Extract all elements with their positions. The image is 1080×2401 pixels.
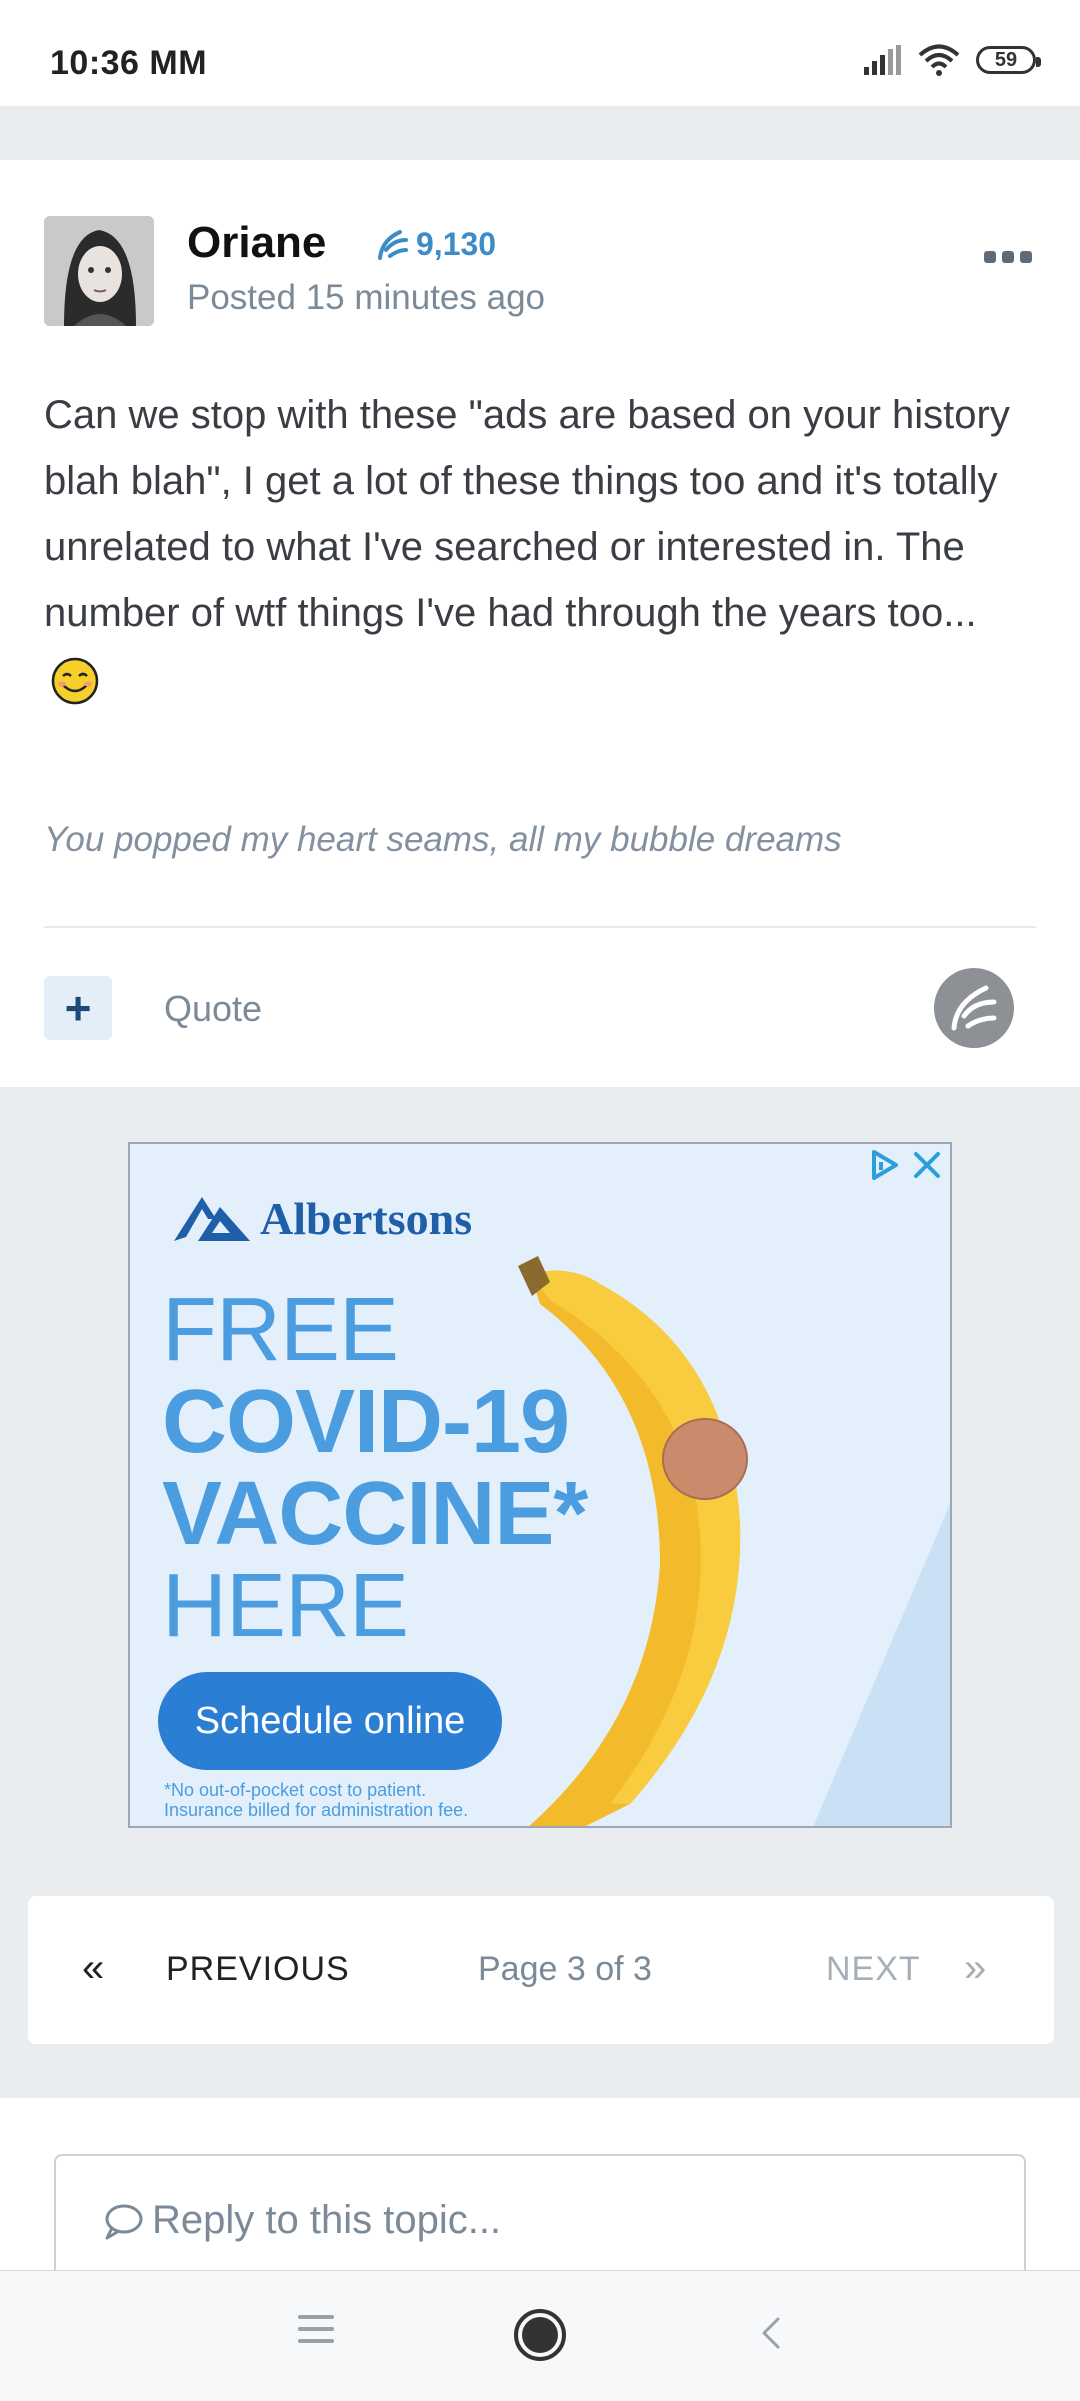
recent-apps-icon[interactable] (298, 2315, 334, 2345)
battery-icon: 59 (976, 46, 1041, 74)
reputation-count: 9,130 (416, 226, 497, 262)
status-bar: 10:36 MM 59 (0, 0, 1080, 106)
albertsons-logo-icon (174, 1196, 250, 1241)
next-icon: » (964, 1946, 987, 1990)
ad-choices (868, 1148, 944, 1182)
ad-disclaimer-line: Insurance billed for administration fee. (164, 1800, 469, 1820)
author-name[interactable]: Oriane (187, 218, 326, 268)
ad-headline-line: COVID-19 (162, 1372, 570, 1472)
ad-disclaimer-line: *No out-of-pocket cost to patient. (164, 1780, 427, 1800)
ad-brand-name: Albertsons (260, 1193, 473, 1244)
more-options-button[interactable] (980, 242, 1036, 272)
multiquote-add-button[interactable]: + (44, 976, 112, 1040)
system-nav-bar (0, 2270, 1080, 2401)
schedule-online-button[interactable]: Schedule online (158, 1672, 502, 1770)
reaction-icon (951, 985, 997, 1031)
adchoices-icon[interactable] (868, 1148, 902, 1182)
post-card: Oriane 9,130 Posted 15 minutes ago Can w… (0, 160, 1080, 1087)
signal-icon (864, 45, 901, 75)
close-ad-icon[interactable] (910, 1148, 944, 1182)
post-body-text: Can we stop with these "ads are based on… (44, 393, 1010, 635)
ad-disclaimer: *No out-of-pocket cost to patient. Insur… (164, 1780, 468, 1820)
post-body: Can we stop with these "ads are based on… (44, 382, 1034, 712)
page-indicator[interactable]: Page 3 of 3 (478, 1950, 652, 1989)
advertisement-banner[interactable]: Albertsons FREE COVID-19 VACCINE* HERE S… (128, 1142, 952, 1828)
comment-bubble-icon (105, 2204, 143, 2239)
divider (44, 926, 1036, 928)
next-page-button: NEXT (826, 1950, 921, 1988)
dot-icon (1002, 251, 1014, 263)
dot-icon (1020, 251, 1032, 263)
wifi-icon (918, 44, 960, 76)
smiling-emoji-icon (51, 658, 99, 705)
quote-button[interactable]: Quote (164, 988, 262, 1030)
pagination: « PREVIOUS Page 3 of 3 NEXT » (28, 1896, 1054, 2044)
spacer (0, 106, 1080, 160)
post-signature: You popped my heart seams, all my bubble… (44, 820, 842, 859)
dot-icon (984, 251, 996, 263)
ad-brand-logo: Albertsons (172, 1192, 472, 1245)
ad-headline-line: FREE (162, 1280, 399, 1380)
reputation-icon (378, 229, 408, 260)
home-icon[interactable] (512, 2307, 568, 2363)
ad-headline: FREE COVID-19 VACCINE* HERE (162, 1280, 588, 1656)
reply-placeholder: Reply to this topic... (102, 2198, 501, 2243)
reply-placeholder-text: Reply to this topic... (152, 2198, 502, 2242)
status-time: 10:36 MM (50, 44, 208, 82)
ad-headline-line: HERE (162, 1556, 409, 1656)
avatar[interactable] (44, 216, 154, 326)
posted-time: Posted 15 minutes ago (187, 278, 546, 317)
previous-page-button[interactable]: PREVIOUS (166, 1950, 350, 1989)
reply-area: Reply to this topic... (0, 2098, 1080, 2294)
ad-headline-line: VACCINE* (162, 1464, 588, 1564)
reputation-badge: 9,130 (376, 226, 496, 263)
previous-icon[interactable]: « (82, 1946, 104, 1991)
status-icons: 59 (862, 40, 1041, 80)
back-icon[interactable] (756, 2313, 786, 2353)
reaction-button[interactable] (934, 968, 1014, 1048)
